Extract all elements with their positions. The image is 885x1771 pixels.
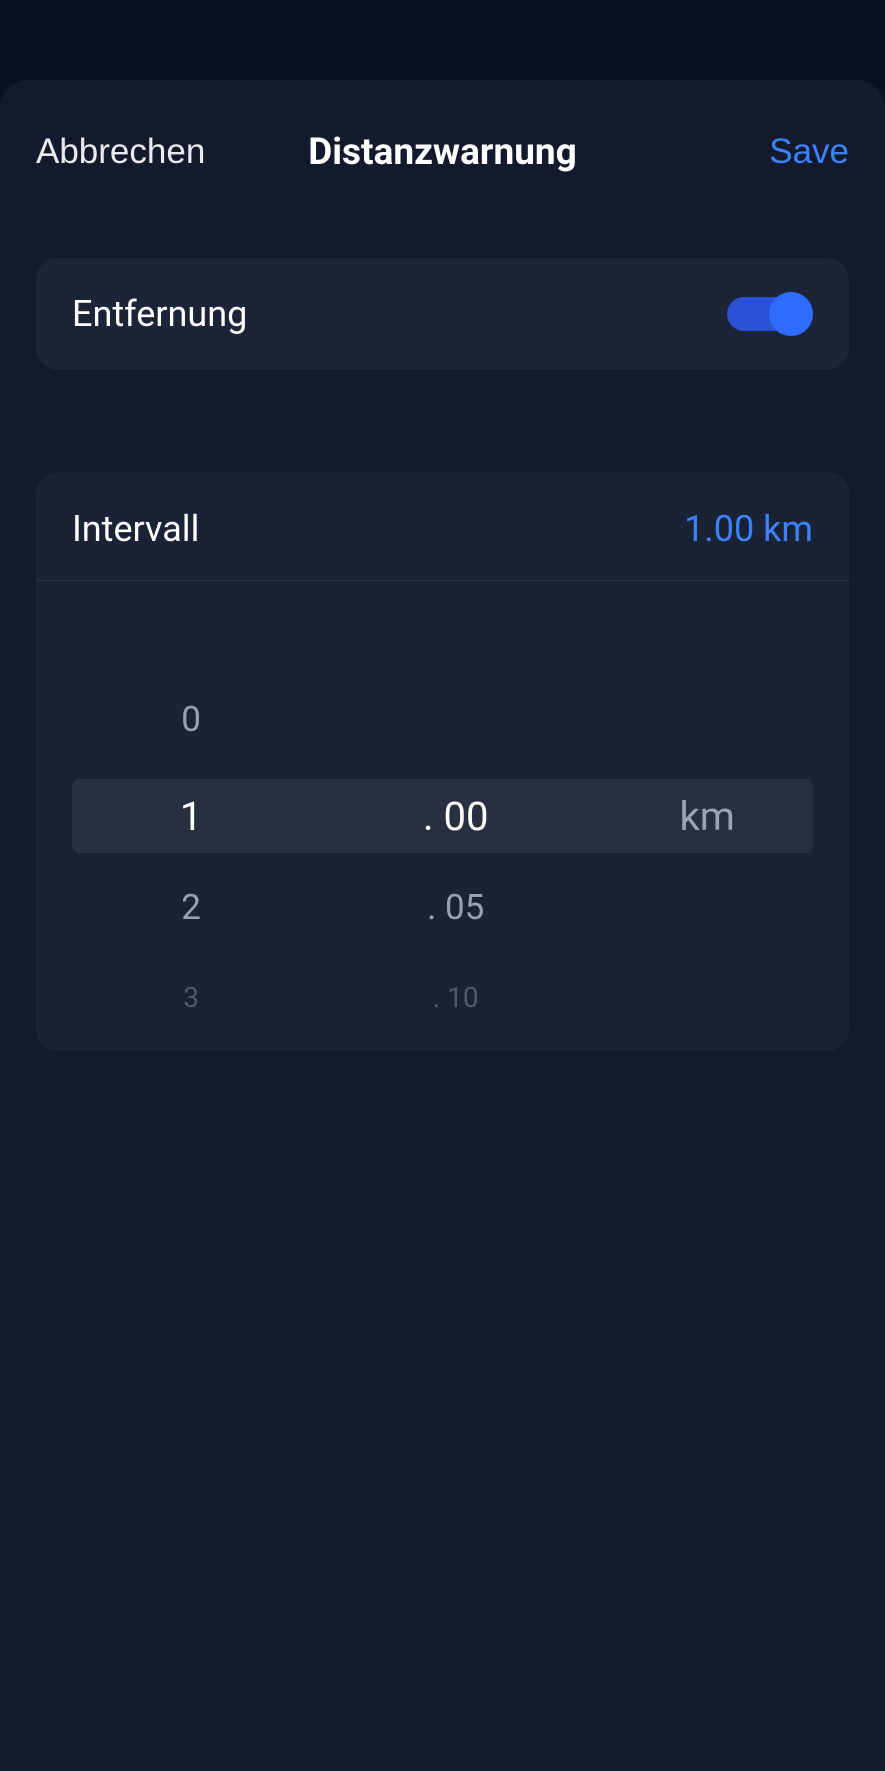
cancel-button[interactable]: Abbrechen [36,132,205,172]
save-button[interactable]: Save [769,132,849,172]
picker-integer-selected[interactable]: 1 [72,793,310,840]
picker-decimal-option[interactable]: . 10 [310,981,601,1014]
picker-decimal-option[interactable]: . 05 [310,887,601,928]
picker-integer-option[interactable]: 2 [72,887,310,928]
toggle-thumb [769,292,813,336]
modal-header: Abbrechen Distanzwarnung Save [0,80,885,172]
picker-integer-option[interactable]: 0 [72,699,310,740]
picker-integer-column[interactable]: 0 1 2 3 [72,581,310,1051]
modal-title: Distanzwarnung [308,131,577,174]
interval-picker[interactable]: 0 1 2 3 . 00 . 05 . 10 km [36,581,849,1051]
picker-unit-label: km [601,793,813,840]
picker-decimal-selected[interactable]: . 00 [310,793,601,840]
interval-header: Intervall 1.00 km [36,508,849,581]
interval-value: 1.00 km [684,508,813,550]
picker-integer-option[interactable]: 3 [72,981,310,1014]
distance-toggle-card: Entfernung [36,258,849,370]
picker-decimal-column[interactable]: . 00 . 05 . 10 [310,581,601,1051]
distance-toggle-label: Entfernung [72,293,247,335]
interval-label: Intervall [72,508,199,550]
picker-unit-column: km [601,581,813,1051]
interval-card: Intervall 1.00 km 0 1 2 3 . 00 . 05 . 10… [36,472,849,1051]
distance-warning-modal: Abbrechen Distanzwarnung Save Entfernung… [0,80,885,1771]
distance-toggle[interactable] [727,292,813,336]
